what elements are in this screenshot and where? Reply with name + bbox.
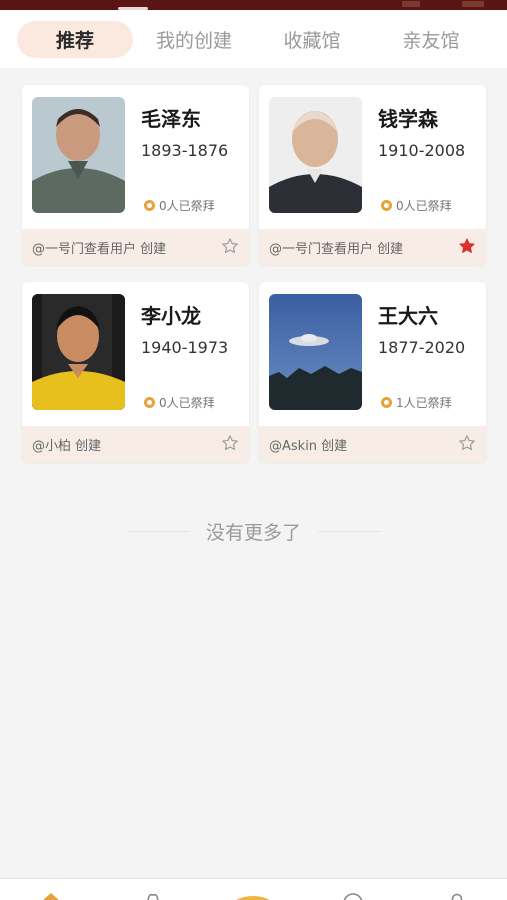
- creator-label: @一号门查看用户 创建: [32, 241, 167, 257]
- person-name: 毛泽东: [141, 107, 201, 131]
- life-years: 1910-2008: [378, 141, 466, 160]
- tab-my-created[interactable]: 我的创建: [136, 21, 252, 58]
- worship-count: 1人已祭拜: [381, 394, 452, 411]
- tab-bar: 推荐 我的创建 收藏馆 亲友馆: [0, 10, 507, 68]
- coin-icon: [144, 200, 155, 211]
- creator-label: @Askin 创建: [269, 438, 348, 454]
- worship-count-text: 0人已祭拜: [396, 199, 452, 213]
- divider: [318, 530, 380, 532]
- portrait-photo: [32, 294, 125, 410]
- person-name: 李小龙: [141, 304, 201, 328]
- coin-icon: [381, 397, 392, 408]
- bottom-nav: [0, 878, 507, 900]
- coin-icon: [144, 397, 155, 408]
- life-years: 1940-1973: [141, 338, 229, 357]
- memorial-card[interactable]: 李小龙 1940-1973 0人已祭拜 @小柏 创建: [22, 282, 249, 462]
- card-footer: @Askin 创建: [259, 426, 486, 462]
- card-footer: @一号门查看用户 创建: [22, 229, 249, 265]
- tab-recommend[interactable]: 推荐: [17, 21, 133, 58]
- flower-icon[interactable]: [142, 889, 164, 900]
- coin-icon: [381, 200, 392, 211]
- worship-count-text: 1人已祭拜: [396, 396, 452, 410]
- memorial-card[interactable]: 毛泽东 1893-1876 0人已祭拜 @一号门查看用户 创建: [22, 85, 249, 265]
- tab-favorites[interactable]: 收藏馆: [254, 21, 370, 58]
- card-footer: @小柏 创建: [22, 426, 249, 462]
- portrait-photo: [269, 97, 362, 213]
- life-years: 1877-2020: [378, 338, 466, 357]
- life-years: 1893-1876: [141, 141, 229, 160]
- person-name: 王大六: [378, 304, 438, 328]
- tab-family[interactable]: 亲友馆: [373, 21, 489, 58]
- memorial-card[interactable]: 钱学森 1910-2008 0人已祭拜 @一号门查看用户 创建: [259, 85, 486, 265]
- ufo-photo: [269, 294, 362, 410]
- star-outline-icon[interactable]: [458, 434, 476, 452]
- memorial-card[interactable]: 王大六 1877-2020 1人已祭拜 @Askin 创建: [259, 282, 486, 462]
- battery-icon: [462, 1, 484, 7]
- creator-label: @小柏 创建: [32, 438, 102, 454]
- person-name: 钱学森: [378, 107, 438, 131]
- worship-count: 0人已祭拜: [381, 197, 452, 214]
- home-icon[interactable]: [40, 889, 62, 900]
- status-bar: [0, 0, 507, 10]
- star-outline-icon[interactable]: [221, 434, 239, 452]
- creator-label: @一号门查看用户 创建: [269, 241, 404, 257]
- card-footer: @一号门查看用户 创建: [259, 229, 486, 265]
- worship-count-text: 0人已祭拜: [159, 199, 215, 213]
- center-action-icon[interactable]: [228, 888, 278, 900]
- profile-icon[interactable]: [446, 889, 468, 900]
- worship-count: 0人已祭拜: [144, 394, 215, 411]
- no-more-indicator: 没有更多了: [0, 518, 507, 544]
- star-filled-icon[interactable]: [458, 237, 476, 255]
- worship-count-text: 0人已祭拜: [159, 396, 215, 410]
- star-outline-icon[interactable]: [221, 237, 239, 255]
- portrait-photo: [32, 97, 125, 213]
- no-more-text: 没有更多了: [205, 521, 301, 544]
- divider: [126, 530, 189, 532]
- worship-count: 0人已祭拜: [144, 197, 215, 214]
- status-icon: [402, 1, 420, 7]
- message-icon[interactable]: [342, 889, 364, 900]
